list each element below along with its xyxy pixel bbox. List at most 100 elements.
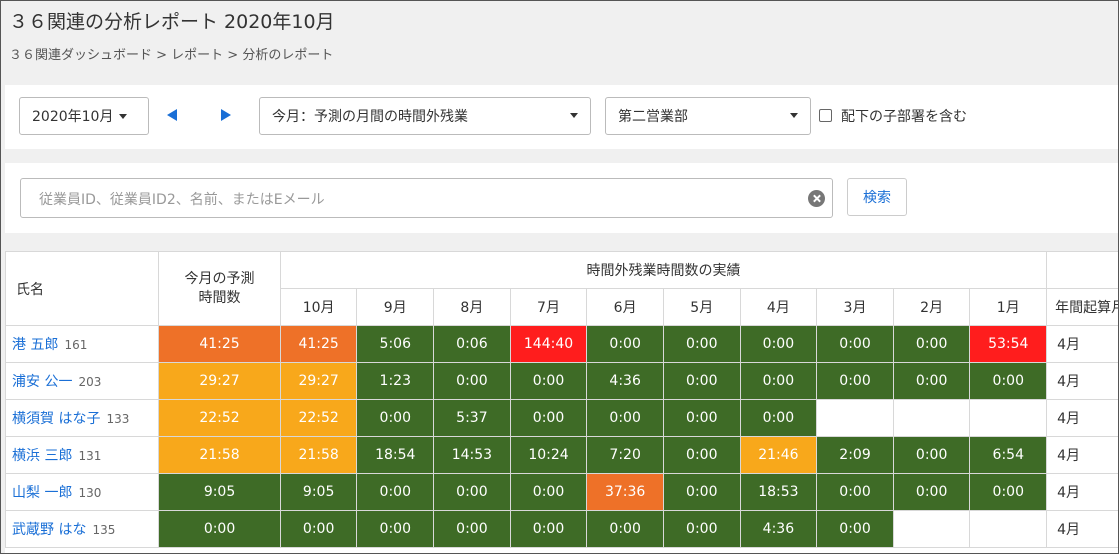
employee-id: 130 [78,486,102,500]
column-header-month[interactable]: 1月 [969,288,1048,326]
month-value-cell: 0:00 [356,399,435,437]
column-header-month[interactable]: 5月 [662,288,741,326]
column-header-forecast[interactable]: 今月の予測 時間数 [158,251,281,326]
employee-name-cell: 浦安 公一 203 [5,362,160,400]
employee-id: 131 [78,449,102,463]
include-sub-departments-label[interactable]: 配下の子部署を含む [841,106,967,126]
forecast-cell: 29:27 [158,362,281,400]
employee-name-link[interactable]: 横須賀 はな子 [12,411,100,427]
month-value-cell: 14:53 [433,436,511,474]
report-select[interactable]: 今月：予測の月間の時間外残業 [259,97,591,135]
month-value-cell: 0:00 [662,473,741,511]
previous-month-arrow-icon[interactable] [167,109,177,121]
column-header-month[interactable]: 2月 [892,288,971,326]
month-value-cell: 0:00 [509,399,588,437]
month-value-cell: 7:20 [586,436,664,474]
department-select[interactable]: 第二営業部 [605,97,811,135]
employee-name-cell: 港 五郎 161 [5,325,160,363]
month-value-cell: 1:23 [356,362,435,400]
column-header-month[interactable]: 10月 [279,288,358,326]
month-value-cell: 0:00 [586,510,664,548]
next-month-arrow-icon[interactable] [221,109,231,121]
forecast-cell: 9:05 [158,473,281,511]
employee-name-cell: 横須賀 はな子 133 [5,399,160,437]
search-input[interactable]: 従業員ID、従業員ID2、名前、またはEメール [20,178,833,218]
month-value-cell: 29:27 [279,362,358,400]
column-header-month[interactable]: 4月 [739,288,818,326]
employee-id: 203 [78,375,102,389]
month-value-cell [892,399,971,437]
fiscal-start-month-cell: 4月 [1046,399,1118,437]
column-header-forecast-label: 今月の予測 時間数 [184,270,255,306]
filter-bar: 2020年10月 今月：予測の月間の時間外残業 第二営業部 配下の子部署を含む [5,85,1118,149]
fiscal-start-month-cell: 4月 [1046,362,1118,400]
month-value-cell: 0:00 [662,325,741,363]
page-header: ３６関連の分析レポート 2020年10月 ３６関連ダッシュボード > レポート … [1,1,1118,81]
month-value-cell [892,510,971,548]
month-value-cell [816,399,894,437]
search-placeholder: 従業員ID、従業員ID2、名前、またはEメール [39,192,325,208]
column-header-fiscal[interactable]: 年間起算月 [1046,288,1118,326]
month-value-cell: 0:00 [433,510,511,548]
fiscal-start-month-cell: 4月 [1046,325,1118,363]
month-value-cell: 0:00 [969,362,1048,400]
month-value-cell: 0:00 [509,362,588,400]
month-value-cell: 53:54 [969,325,1048,363]
forecast-cell: 21:58 [158,436,281,474]
chevron-down-icon [119,113,128,119]
month-value-cell: 0:00 [509,510,588,548]
month-value-cell: 21:58 [279,436,358,474]
month-value-cell: 0:00 [816,510,894,548]
month-value-cell: 0:06 [433,325,511,363]
column-header-fiscal-spacer [1046,251,1118,289]
month-value-cell: 0:00 [433,473,511,511]
column-header-month[interactable]: 8月 [433,288,511,326]
column-header-month[interactable]: 6月 [586,288,664,326]
month-value-cell: 5:37 [433,399,511,437]
month-value-cell: 0:00 [356,510,435,548]
table-row: 山梨 一郎 130 9:05 9:05 0:00 0:00 0:00 37:36 0:00 18:… [5,473,1118,511]
month-value-cell: 0:00 [816,325,894,363]
employee-name-link[interactable]: 浦安 公一 [12,374,72,390]
overtime-table-container: 氏名 今月の予測 時間数 時間外残業時間数の実績 10月 9月 8月 7月 6月 5月 4月… [5,251,1118,553]
forecast-cell: 41:25 [158,325,281,363]
fiscal-start-month-cell: 4月 [1046,510,1118,548]
search-bar: 従業員ID、従業員ID2、名前、またはEメール 検索 [5,163,1118,233]
employee-name-link[interactable]: 横浜 三郎 [12,448,72,464]
employee-name-link[interactable]: 山梨 一郎 [12,485,72,501]
month-value-cell: 10:24 [509,436,588,474]
fiscal-start-month-cell: 4月 [1046,473,1118,511]
table-row: 武蔵野 はな 135 0:00 0:00 0:00 0:00 0:00 0:00 0:00 4:3… [5,510,1118,548]
column-header-month[interactable]: 7月 [509,288,588,326]
overtime-table: 氏名 今月の予測 時間数 時間外残業時間数の実績 10月 9月 8月 7月 6月 5月 4月… [5,251,1118,548]
include-sub-departments-checkbox[interactable] [819,109,832,122]
month-value-cell [969,399,1048,437]
month-value-cell: 0:00 [816,473,894,511]
month-value-cell: 22:52 [279,399,358,437]
month-value-cell: 21:46 [739,436,818,474]
month-value-cell: 0:00 [662,362,741,400]
month-value-cell: 37:36 [586,473,664,511]
month-value-cell: 0:00 [892,362,971,400]
table-row: 港 五郎 161 41:25 41:25 5:06 0:06 144:40 0:00 0:00 0… [5,325,1118,363]
month-value-cell: 0:00 [892,325,971,363]
clear-icon[interactable] [808,190,825,207]
search-button[interactable]: 検索 [847,178,907,216]
chevron-down-icon [570,113,578,118]
column-header-month[interactable]: 3月 [816,288,894,326]
month-value-cell: 0:00 [662,436,741,474]
column-header-month[interactable]: 9月 [356,288,435,326]
employee-name-link[interactable]: 武蔵野 はな [12,522,86,538]
department-select-value: 第二営業部 [618,109,688,125]
month-value-cell: 0:00 [969,473,1048,511]
month-value-cell: 0:00 [279,510,358,548]
chevron-down-icon [790,113,798,118]
column-header-name[interactable]: 氏名 [5,251,160,326]
month-select[interactable]: 2020年10月 [19,97,149,135]
month-value-cell: 6:54 [969,436,1048,474]
employee-name-link[interactable]: 港 五郎 [12,337,58,353]
fiscal-start-month-cell: 4月 [1046,436,1118,474]
month-value-cell: 0:00 [892,436,971,474]
breadcrumb[interactable]: ３６関連ダッシュボード > レポート > 分析のレポート [9,44,333,63]
month-value-cell: 18:54 [356,436,435,474]
